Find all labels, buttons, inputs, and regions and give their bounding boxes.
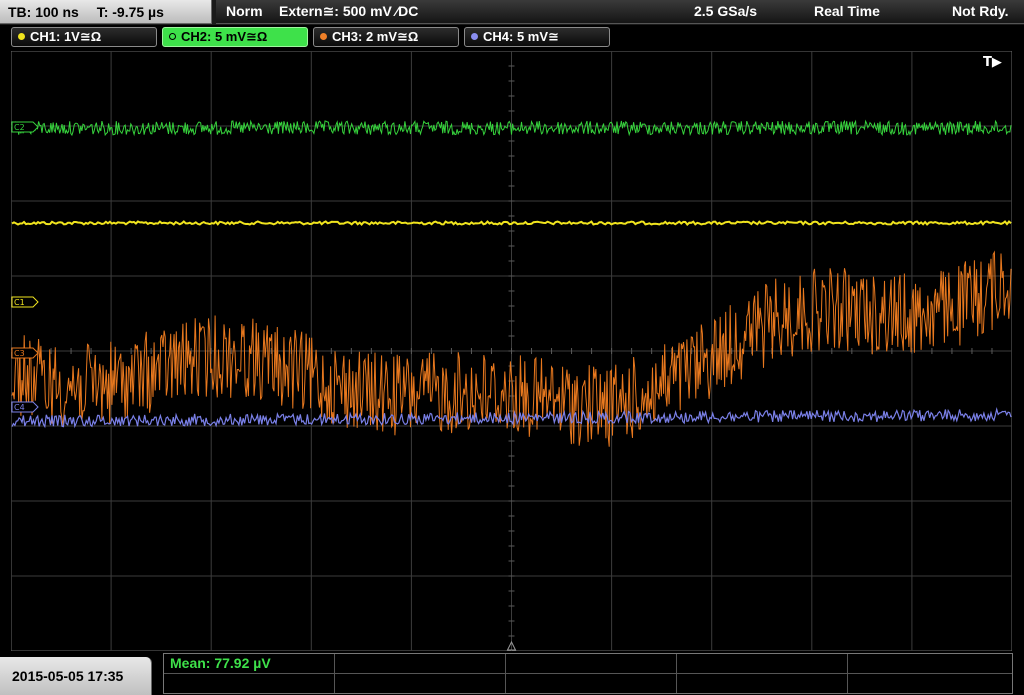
datetime: 2015-05-05 17:35 xyxy=(12,668,124,684)
trigger-mode: Norm xyxy=(226,3,263,19)
timebase-value: TB: 100 ns xyxy=(8,4,79,20)
acquisition-status: Not Rdy. xyxy=(952,3,1009,19)
measurement-bar[interactable]: Mean: 77.92 µV xyxy=(163,653,1013,694)
timebase-box[interactable]: TB: 100 ns T: -9.75 µs xyxy=(0,0,212,24)
datetime-box: 2015-05-05 17:35 xyxy=(0,657,152,695)
ch4-dot-icon xyxy=(471,33,478,40)
ch3-ref-marker[interactable]: C3 xyxy=(11,347,39,359)
ch1-ref-marker[interactable]: C1 xyxy=(11,296,39,308)
trigger-time-value: T: -9.75 µs xyxy=(96,4,164,20)
tab-ch1[interactable]: CH1: 1V≅Ω xyxy=(11,27,157,47)
waveform-display[interactable]: C2 C1 C3 C4 T▶ xyxy=(11,51,1012,651)
ch4-ref-marker-label: C4 xyxy=(14,403,25,412)
channel-tab-bar: CH1: 1V≅Ω CH2: 5 mV≅Ω CH3: 2 mV≅Ω CH4: 5… xyxy=(0,26,1024,49)
meas-cell[interactable] xyxy=(335,654,506,674)
ch2-ref-marker[interactable]: C2 xyxy=(11,121,39,133)
ch1-label: CH1: 1V≅Ω xyxy=(30,29,102,44)
meas-cell[interactable] xyxy=(848,654,1012,674)
trigger-source: Extern≅: 500 mV ⁄DC xyxy=(279,3,419,19)
sample-rate: 2.5 GSa/s xyxy=(694,3,758,19)
ch3-ref-marker-label: C3 xyxy=(14,349,25,358)
ch1-ref-marker-label: C1 xyxy=(14,298,25,307)
ch2-dot-icon xyxy=(169,33,176,40)
meas-cell[interactable] xyxy=(164,674,335,693)
ch2-label: CH2: 5 mV≅Ω xyxy=(181,29,268,44)
trigger-position-icon: T▶ xyxy=(983,55,1002,70)
meas-cell[interactable] xyxy=(677,654,848,674)
acquisition-mode: Real Time xyxy=(814,3,880,19)
tab-ch3[interactable]: CH3: 2 mV≅Ω xyxy=(313,27,459,47)
ch2-ref-marker-label: C2 xyxy=(14,123,25,132)
ch1-dot-icon xyxy=(18,33,25,40)
meas-cell[interactable] xyxy=(506,654,677,674)
ch4-label: CH4: 5 mV≅ xyxy=(483,29,559,44)
tab-ch2[interactable]: CH2: 5 mV≅Ω xyxy=(162,27,308,47)
meas-cell[interactable] xyxy=(848,674,1012,693)
trigger-status-strip[interactable]: Norm Extern≅: 500 mV ⁄DC 2.5 GSa/s Real … xyxy=(216,0,1024,24)
meas-cell[interactable] xyxy=(335,674,506,693)
tab-ch4[interactable]: CH4: 5 mV≅ xyxy=(464,27,610,47)
ch3-dot-icon xyxy=(320,33,327,40)
meas-cell[interactable] xyxy=(506,674,677,693)
meas-cell[interactable] xyxy=(677,674,848,693)
ch4-ref-marker[interactable]: C4 xyxy=(11,401,39,413)
status-bar: TB: 100 ns T: -9.75 µs Norm Extern≅: 500… xyxy=(0,0,1024,25)
mean-measurement: Mean: 77.92 µV xyxy=(170,655,271,671)
ch3-label: CH3: 2 mV≅Ω xyxy=(332,29,419,44)
